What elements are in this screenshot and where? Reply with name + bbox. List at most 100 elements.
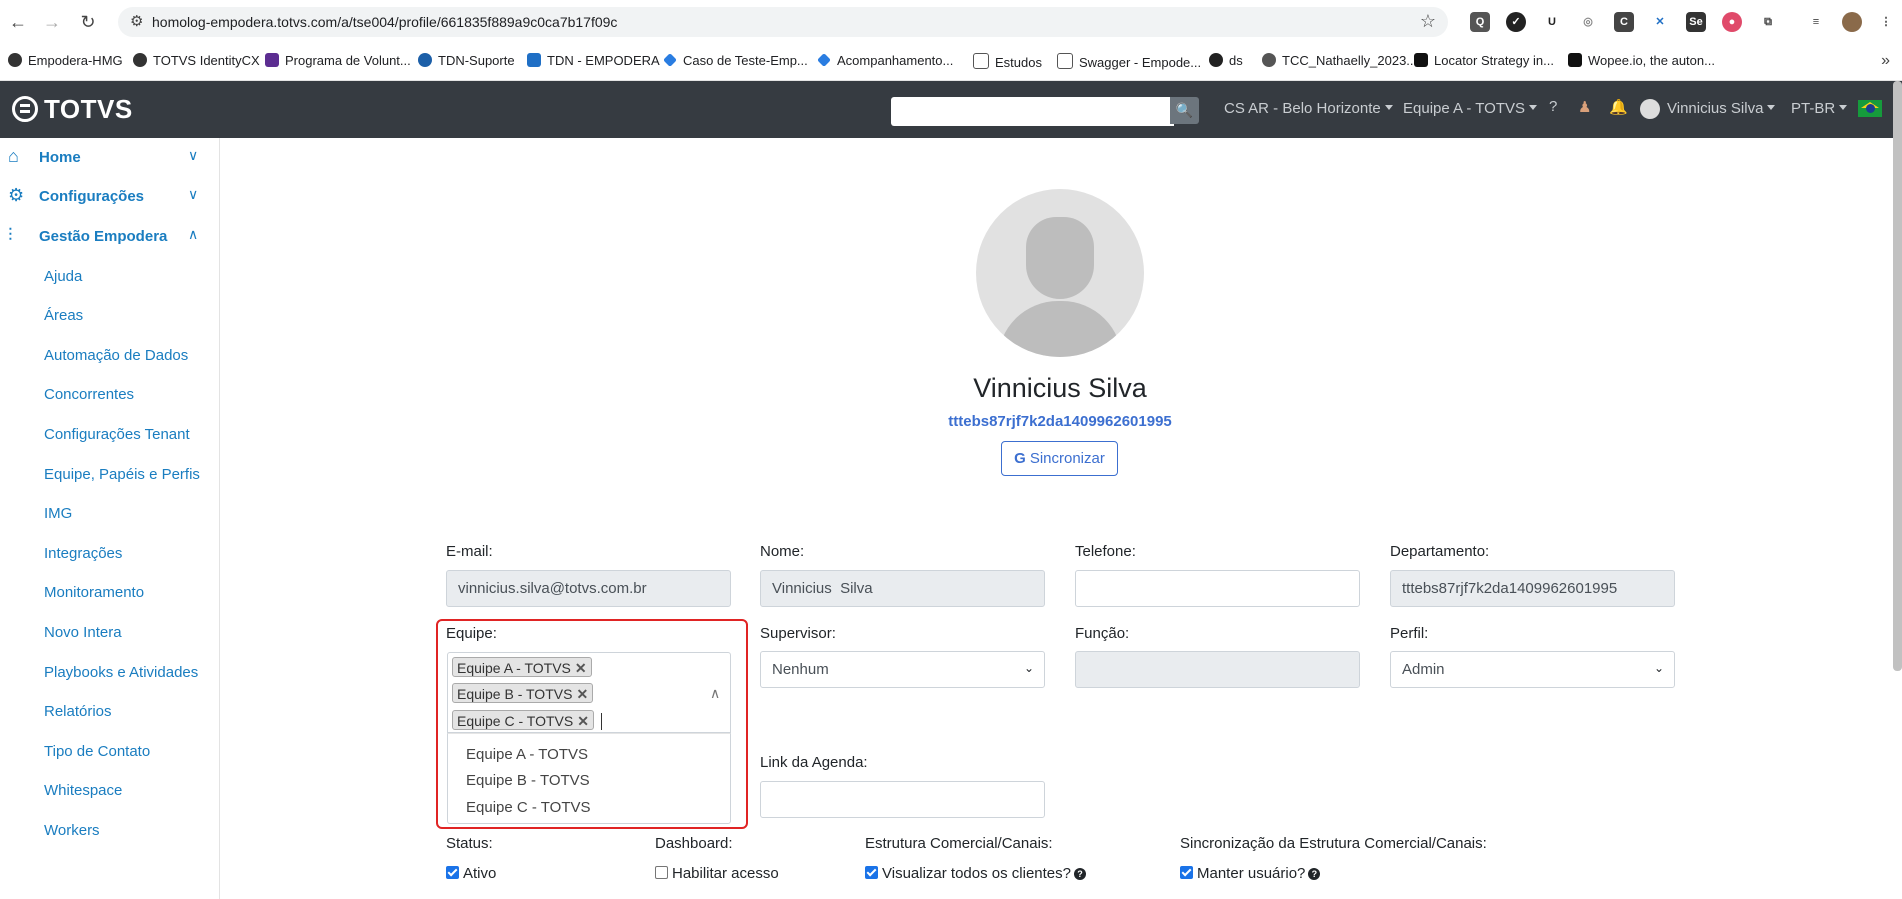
forward-icon[interactable]: → [40, 10, 64, 34]
dropdown-option[interactable]: Equipe A - TOTVS [466, 746, 588, 763]
sidebar-item-novo-intera[interactable]: Novo Intera [44, 624, 122, 641]
site-info-icon[interactable]: ⚙ [130, 12, 143, 30]
telefone-field[interactable] [1075, 570, 1360, 607]
extension-icon[interactable]: ✓ [1506, 12, 1526, 32]
camera-icon[interactable]: ◎ [1578, 12, 1598, 32]
bookmark-item[interactable]: Wopee.io, the auton... [1568, 53, 1715, 68]
perfil-select[interactable]: Admin ⌄ [1390, 651, 1675, 688]
sliders-icon: ⫶ [8, 225, 13, 245]
language-dropdown[interactable]: PT-BR [1791, 100, 1848, 117]
puzzle-icon[interactable]: ⧉ [1758, 12, 1778, 32]
address-bar[interactable]: ⚙ homolog-empodera.totvs.com/a/tse004/pr… [118, 7, 1448, 37]
sidebar-item-automacao-de-dados[interactable]: Automação de Dados [44, 347, 188, 364]
sidebar-item-configuracoes[interactable]: ⚙ Configurações ∨ [0, 179, 219, 215]
page-scrollbar[interactable] [1893, 81, 1902, 671]
supervisor-select[interactable]: Nenhum ⌄ [760, 651, 1045, 688]
sidebar-item-playbooks[interactable]: Playbooks e Atividades [44, 664, 198, 681]
bookmark-item[interactable]: TCC_Nathaelly_2023... [1262, 53, 1417, 68]
sidebar-item-gestao-empodera[interactable]: ⫶ Gestão Empodera ∧ [0, 219, 219, 255]
dashboard-checkbox[interactable] [655, 866, 668, 879]
sidebar-item-concorrentes[interactable]: Concorrentes [44, 386, 134, 403]
estrutura-label: Estrutura Comercial/Canais: [865, 835, 1053, 852]
extension-icon[interactable]: U [1542, 12, 1562, 32]
chevron-up-icon[interactable]: ∧ [710, 685, 720, 702]
bookmark-item[interactable]: TDN - EMPODERA [527, 53, 660, 68]
email-field[interactable]: vinnicius.silva@totvs.com.br [446, 570, 731, 607]
equipe-chip[interactable]: Equipe A - TOTVS ✕ [452, 657, 592, 677]
bookmark-folder[interactable]: Estudos [973, 53, 1042, 70]
departamento-label: Departamento: [1390, 543, 1490, 560]
remove-chip-icon[interactable]: ✕ [575, 660, 587, 676]
menu-icon[interactable]: ⋮ [1876, 12, 1896, 32]
nome-field[interactable]: Vinnicius Silva [760, 570, 1045, 607]
search-button[interactable]: 🔍 [1170, 97, 1199, 124]
bookmark-item[interactable]: Empodera-HMG [8, 53, 123, 68]
remove-chip-icon[interactable]: ✕ [576, 686, 588, 702]
equipe-chip[interactable]: Equipe C - TOTVS ✕ [452, 710, 594, 730]
extension-icon[interactable]: Se [1686, 12, 1706, 32]
sync-button[interactable]: G Sincronizar [1001, 441, 1118, 476]
dropdown-option[interactable]: Equipe C - TOTVS [466, 799, 591, 816]
user-figure-icon[interactable]: ♟ [1578, 98, 1591, 116]
more-bookmarks-icon[interactable]: » [1881, 52, 1890, 70]
sidebar-item-configuracoes-tenant[interactable]: Configurações Tenant [44, 426, 190, 443]
bookmark-item[interactable]: ds [1209, 53, 1243, 68]
back-icon[interactable]: ← [6, 10, 30, 34]
header-search-input[interactable] [891, 97, 1174, 126]
extension-icon[interactable]: Q [1470, 12, 1490, 32]
sidebar-item-areas[interactable]: Áreas [44, 307, 83, 324]
equipe-chip[interactable]: Equipe B - TOTVS ✕ [452, 683, 594, 703]
equipe-dropdown-list: Equipe A - TOTVS Equipe B - TOTVS Equipe… [447, 733, 731, 824]
agenda-field[interactable] [760, 781, 1045, 818]
bookmark-item[interactable]: TDN-Suporte [418, 53, 515, 68]
sidebar-item-img[interactable]: IMG [44, 505, 72, 522]
sync-estrutura-label: Sincronização da Estrutura Comercial/Can… [1180, 835, 1487, 852]
sidebar-item-ajuda[interactable]: Ajuda [44, 268, 82, 285]
help-icon[interactable]: ? [1549, 98, 1557, 115]
sync-estrutura-checkbox[interactable] [1180, 866, 1193, 879]
estrutura-checkbox[interactable] [865, 866, 878, 879]
status-checkbox[interactable] [446, 866, 459, 879]
funcao-field[interactable] [1075, 651, 1360, 688]
sidebar-item-workers[interactable]: Workers [44, 822, 100, 839]
brazil-flag-icon[interactable] [1858, 100, 1882, 117]
equipe-multiselect[interactable]: Equipe A - TOTVS ✕ Equipe B - TOTVS ✕ Equi… [447, 652, 731, 733]
bookmark-item[interactable]: TOTVS IdentityCX [133, 53, 260, 68]
bookmark-item[interactable]: Acompanhamento... [817, 53, 953, 68]
team-dropdown[interactable]: Equipe A - TOTVS [1403, 100, 1538, 117]
tab-list-icon[interactable]: ≡ [1806, 12, 1826, 32]
profile-avatar[interactable] [976, 189, 1144, 357]
remove-chip-icon[interactable]: ✕ [577, 713, 589, 729]
bell-icon[interactable]: 🔔 [1609, 98, 1628, 116]
sidebar-item-home[interactable]: ⌂ Home ∨ [0, 140, 219, 176]
bookmark-folder[interactable]: Swagger - Empode... [1057, 53, 1201, 70]
sidebar-item-tipo-de-contato[interactable]: Tipo de Contato [44, 743, 150, 760]
sidebar-item-equipe-papeis-perfis[interactable]: Equipe, Papéis e Perfis [44, 466, 200, 483]
user-dropdown[interactable]: Vinnicius Silva [1667, 100, 1776, 117]
chevron-up-icon: ∧ [188, 226, 199, 242]
bookmark-item[interactable]: Locator Strategy in... [1414, 53, 1554, 68]
profile-avatar-icon[interactable] [1842, 12, 1862, 32]
totvs-logo[interactable]: TOTVS [12, 93, 133, 125]
reload-icon[interactable]: ↻ [76, 10, 100, 34]
avatar[interactable] [1640, 99, 1660, 119]
sidebar-item-relatorios[interactable]: Relatórios [44, 703, 112, 720]
extension-icon[interactable]: ● [1722, 12, 1742, 32]
bookmark-star-icon[interactable]: ☆ [1420, 11, 1436, 32]
status-label: Status: [446, 835, 493, 852]
sidebar-item-integracoes[interactable]: Integrações [44, 545, 122, 562]
bookmark-item[interactable]: Programa de Volunt... [265, 53, 411, 68]
bookmark-item[interactable]: Caso de Teste-Emp... [663, 53, 808, 68]
location-dropdown[interactable]: CS AR - Belo Horizonte [1224, 100, 1393, 117]
sidebar: ⌂ Home ∨ ⚙ Configurações ∨ ⫶ Gestão Empo… [0, 138, 220, 899]
caret-down-icon [1384, 105, 1393, 110]
extension-icon[interactable]: ✕ [1650, 12, 1670, 32]
help-icon[interactable]: ? [1308, 868, 1321, 880]
extension-icon[interactable]: C [1614, 12, 1634, 32]
sidebar-item-whitespace[interactable]: Whitespace [44, 782, 122, 799]
dropdown-option[interactable]: Equipe B - TOTVS [466, 772, 590, 789]
sidebar-item-monitoramento[interactable]: Monitoramento [44, 584, 144, 601]
help-icon[interactable]: ? [1074, 868, 1086, 880]
equipe-label: Equipe: [446, 625, 497, 642]
departamento-field[interactable]: tttebs87rjf7k2da1409962601995 [1390, 570, 1675, 607]
